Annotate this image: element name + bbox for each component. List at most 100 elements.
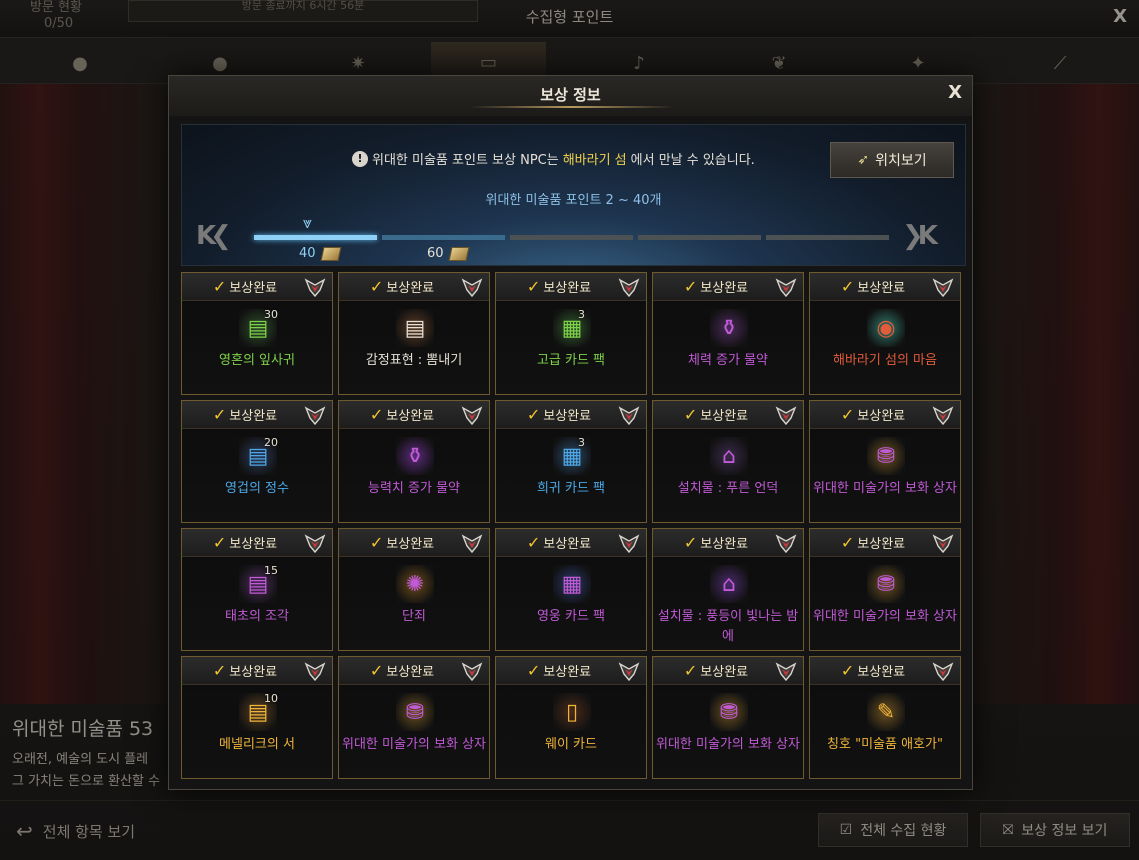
title-ornament	[469, 106, 674, 108]
grade-badge-icon	[304, 660, 326, 682]
reward-status: ✓ 보상완료	[841, 661, 905, 680]
reward-cell[interactable]: ✓ 보상완료 ▤ 10 메넬리크의 서	[181, 656, 333, 779]
reward-name: 희귀 카드 팩	[536, 481, 606, 496]
grade-badge-icon	[775, 404, 797, 426]
reward-name: 위대한 미술가의 보화 상자	[342, 737, 486, 752]
reward-cell-header: ✓ 보상완료	[496, 273, 646, 301]
reward-cell[interactable]: ✓ 보상완료 ⌂ 설치물 : 풍등이 빛나는 밤에	[652, 528, 804, 651]
reward-status-label: 보상완료	[229, 409, 278, 424]
reward-status-label: 보상완료	[543, 281, 592, 296]
modal-header: 보상 정보 X	[169, 76, 972, 116]
reward-cell-header: ✓ 보상완료	[182, 657, 332, 685]
reward-cell[interactable]: ✓ 보상완료 ⛃ 위대한 미술가의 보화 상자	[652, 656, 804, 779]
reward-cell[interactable]: ✓ 보상완료 ⚱ 체력 증가 물약	[652, 272, 804, 395]
reward-cell-header: ✓ 보상완료	[182, 529, 332, 557]
grade-badge-icon	[932, 276, 954, 298]
reward-cell-header: ✓ 보상완료	[339, 401, 489, 429]
reward-cell-header: ✓ 보상완료	[810, 657, 960, 685]
milestone-2[interactable]: 60	[427, 246, 470, 261]
modal-close-button[interactable]: X	[948, 82, 962, 103]
reward-cell-header: ✓ 보상완료	[653, 401, 803, 429]
reward-cell[interactable]: ✓ 보상완료 ▤ 15 태초의 조각	[181, 528, 333, 651]
next-page-button[interactable]: ❯K	[902, 221, 938, 251]
progress-segment-4	[638, 235, 761, 240]
reward-name: 위대한 미술가의 보화 상자	[813, 481, 957, 496]
ticket-icon	[448, 246, 470, 261]
prev-page-button[interactable]: K❮	[196, 221, 232, 251]
grade-badge-icon	[932, 404, 954, 426]
reward-status: ✓ 보상완료	[370, 533, 434, 552]
reward-status-label: 보상완료	[386, 665, 435, 680]
card-icon: ▯	[553, 693, 591, 731]
reward-status-label: 보상완료	[386, 281, 435, 296]
reward-cell[interactable]: ✓ 보상완료 ⛃ 위대한 미술가의 보화 상자	[809, 528, 961, 651]
reward-name: 고급 카드 팩	[536, 353, 606, 368]
reward-status-label: 보상완료	[543, 665, 592, 680]
reward-cell[interactable]: ✓ 보상완료 ⛃ 위대한 미술가의 보화 상자	[338, 656, 490, 779]
reward-cell[interactable]: ✓ 보상완료 ▤ 20 영겁의 정수	[181, 400, 333, 523]
reward-info-modal: 보상 정보 X ! 위대한 미술품 포인트 보상 NPC는 해바라기 섬 에서 만…	[168, 75, 973, 790]
easel-icon: ⌂	[710, 437, 748, 475]
reward-status: ✓ 보상완료	[213, 533, 277, 552]
progress-segment-2	[382, 235, 505, 240]
reward-cell-header: ✓ 보상완료	[653, 273, 803, 301]
chest-icon: ⛃	[396, 693, 434, 731]
reward-cell[interactable]: ✓ 보상완료 ⌂ 설치물 : 푸른 언덕	[652, 400, 804, 523]
reward-status-label: 보상완료	[229, 665, 278, 680]
reward-cell[interactable]: ✓ 보상완료 ✎ 칭호 "미술품 애호가"	[809, 656, 961, 779]
modal-title: 보상 정보	[540, 86, 601, 104]
reward-status: ✓ 보상완료	[684, 661, 748, 680]
reward-cell-header: ✓ 보상완료	[496, 657, 646, 685]
grade-badge-icon	[932, 660, 954, 682]
reward-status-label: 보상완료	[543, 409, 592, 424]
reward-cell[interactable]: ✓ 보상완료 ▯ 웨이 카드	[495, 656, 647, 779]
ticket-icon	[320, 246, 342, 261]
card-pack-icon: ▦	[553, 309, 591, 347]
reward-name: 영혼의 잎사귀	[219, 353, 295, 368]
reward-cell-header: ✓ 보상완료	[810, 273, 960, 301]
reward-name: 칭호 "미술품 애호가"	[827, 737, 943, 752]
reward-quantity: 20	[264, 436, 278, 449]
grade-badge-icon	[618, 660, 640, 682]
reward-status-label: 보상완료	[857, 409, 906, 424]
reward-status-label: 보상완료	[700, 537, 749, 552]
current-marker-icon: ⩔	[303, 213, 313, 232]
reward-cell[interactable]: ✓ 보상완료 ▤ 30 영혼의 잎사귀	[181, 272, 333, 395]
reward-banner: ! 위대한 미술품 포인트 보상 NPC는 해바라기 섬 에서 만날 수 있습니다…	[181, 124, 966, 266]
reward-cell[interactable]: ✓ 보상완료 ▦ 영웅 카드 팩	[495, 528, 647, 651]
reward-cell[interactable]: ✓ 보상완료 ◉ 해바라기 섬의 마음	[809, 272, 961, 395]
double-right-icon: ❯K	[902, 221, 938, 251]
reward-cell-header: ✓ 보상완료	[339, 657, 489, 685]
pin-icon: ➶	[857, 152, 870, 168]
reward-name: 영겁의 정수	[225, 481, 289, 496]
potion-icon: ⚱	[710, 309, 748, 347]
reward-status: ✓ 보상완료	[684, 533, 748, 552]
reward-name: 능력치 증가 물약	[368, 481, 460, 496]
card-pack-icon: ▦	[553, 565, 591, 603]
check-icon: ✓	[840, 405, 855, 424]
reward-cell-header: ✓ 보상완료	[810, 529, 960, 557]
milestone-1[interactable]: 40	[299, 246, 342, 261]
reward-name: 태초의 조각	[225, 609, 289, 624]
reward-cell[interactable]: ✓ 보상완료 ▦ 3 희귀 카드 팩	[495, 400, 647, 523]
reward-status-label: 보상완료	[857, 281, 906, 296]
reward-cell[interactable]: ✓ 보상완료 ▦ 3 고급 카드 팩	[495, 272, 647, 395]
reward-cell[interactable]: ✓ 보상완료 ⚱ 능력치 증가 물약	[338, 400, 490, 523]
reward-status: ✓ 보상완료	[370, 405, 434, 424]
reward-name: 체력 증가 물약	[687, 353, 769, 368]
location-button[interactable]: ➶ 위치보기	[830, 142, 954, 178]
reward-cell[interactable]: ✓ 보상완료 ⛃ 위대한 미술가의 보화 상자	[809, 400, 961, 523]
check-icon: ✓	[369, 661, 384, 680]
reward-name: 감정표현 : 뽐내기	[365, 353, 463, 368]
reward-status: ✓ 보상완료	[370, 661, 434, 680]
reward-cell[interactable]: ✓ 보상완료 ▤ 감정표현 : 뽐내기	[338, 272, 490, 395]
card-pack-icon: ▦	[553, 437, 591, 475]
reward-cell-header: ✓ 보상완료	[339, 529, 489, 557]
chest-icon: ⛃	[867, 437, 905, 475]
reward-cell[interactable]: ✓ 보상완료 ✺ 단죄	[338, 528, 490, 651]
notice-suffix: 에서 만날 수 있습니다.	[630, 153, 755, 168]
check-icon: ✓	[526, 661, 541, 680]
reward-cell-header: ✓ 보상완료	[182, 273, 332, 301]
reward-name: 영웅 카드 팩	[536, 609, 606, 624]
reward-cell-header: ✓ 보상완료	[810, 401, 960, 429]
